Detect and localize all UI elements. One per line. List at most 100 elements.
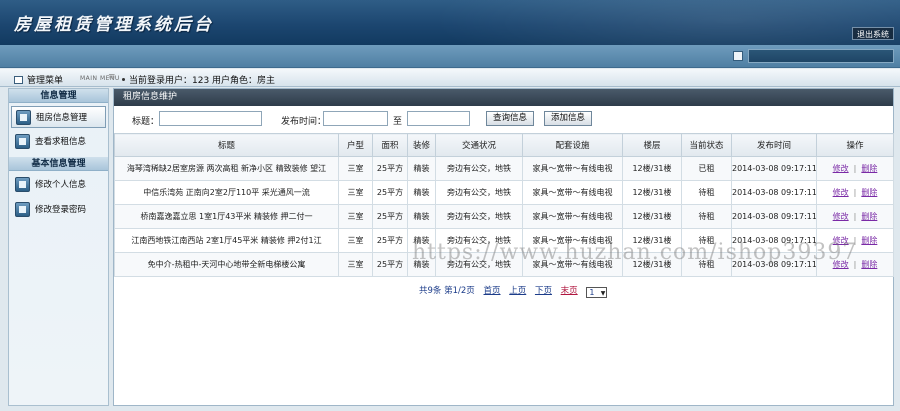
cell-decoration: 精装 <box>407 156 436 181</box>
cell-title: 海琴湾稀缺2居室房源 两次高租 新净小区 精致装修 望江 <box>114 156 339 181</box>
sidebar-item-change-password[interactable]: 修改登录密码 <box>11 199 106 221</box>
sidebar: 信息管理 租房信息管理 查看求租信息 基本信息管理 修改个人信息 修改登录密码 <box>8 88 109 406</box>
cell-publish-time: 2014-03-08 09:17:11 <box>731 228 817 253</box>
bullet-icon <box>122 78 125 81</box>
cell-area: 25平方 <box>372 252 408 277</box>
cell-decoration: 精装 <box>407 252 436 277</box>
cell-floor: 12楼/31楼 <box>622 156 682 181</box>
cell-title: 江南西地铁江南西站 2室1厅45平米 精装修 押2付1江 <box>114 228 339 253</box>
logout-button[interactable]: 退出系统 <box>852 27 894 40</box>
sidebar-item-view-requests[interactable]: 查看求租信息 <box>11 131 106 153</box>
start-date-input[interactable] <box>323 111 388 126</box>
column-header: 楼层 <box>622 133 682 157</box>
cell-layout: 三室 <box>338 156 373 181</box>
panel-title: 租房信息维护 <box>114 89 893 106</box>
last-page-link[interactable]: 末页 <box>561 286 578 296</box>
cell-status: 待租 <box>681 228 732 253</box>
column-header: 操作 <box>816 133 894 157</box>
next-page-link[interactable]: 下页 <box>535 286 552 296</box>
cell-floor: 12楼/31楼 <box>622 252 682 277</box>
table-row: 桥南嘉逸嘉立思 1室1厅43平米 精装修 押二付一 三室 25平方 精装 旁边有… <box>114 204 894 229</box>
column-header: 发布时间 <box>731 133 817 157</box>
cell-traffic: 旁边有公交，地铁 <box>435 204 523 229</box>
cell-actions: 修改 | 删除 <box>816 156 894 181</box>
cell-publish-time: 2014-03-08 09:17:11 <box>731 204 817 229</box>
delete-link[interactable]: 删除 <box>861 164 877 173</box>
cell-status: 已租 <box>681 156 732 181</box>
main-panel: 租房信息维护 标题： 发布时间： 至 查询信息 添加信息 标题 户型 面积 装修… <box>113 88 894 406</box>
edit-link[interactable]: 修改 <box>833 164 849 173</box>
sidebar-section-basic: 基本信息管理 <box>9 157 108 171</box>
prev-page-link[interactable]: 上页 <box>509 286 526 296</box>
cell-area: 25平方 <box>372 180 408 205</box>
to-label: 至 <box>393 117 403 127</box>
cell-floor: 12楼/31楼 <box>622 228 682 253</box>
cell-facilities: 家具～宽带～有线电视 <box>522 204 623 229</box>
app-title: 房屋租赁管理系统后台 <box>14 15 214 35</box>
publish-time-label: 发布时间： <box>281 117 327 127</box>
cell-actions: 修改 | 删除 <box>816 180 894 205</box>
window-icon[interactable] <box>733 51 743 61</box>
cell-decoration: 精装 <box>407 228 436 253</box>
cell-title: 桥南嘉逸嘉立思 1室1厅43平米 精装修 押二付一 <box>114 204 339 229</box>
page-summary: 共9条 第1/2页 <box>419 286 475 296</box>
sidebar-item-edit-profile[interactable]: 修改个人信息 <box>11 174 106 196</box>
cell-traffic: 旁边有公交，地铁 <box>435 180 523 205</box>
sidebar-item-label: 查看求租信息 <box>35 137 87 147</box>
cell-facilities: 家具～宽带～有线电视 <box>522 252 623 277</box>
cell-area: 25平方 <box>372 156 408 181</box>
edit-link[interactable]: 修改 <box>833 188 849 197</box>
column-header: 交通状况 <box>435 133 523 157</box>
cell-publish-time: 2014-03-08 09:17:11 <box>731 180 817 205</box>
end-date-input[interactable] <box>407 111 470 126</box>
delete-link[interactable]: 删除 <box>861 236 877 245</box>
first-page-link[interactable]: 首页 <box>484 286 501 296</box>
edit-link[interactable]: 修改 <box>833 260 849 269</box>
sidebar-item-label: 租房信息管理 <box>36 113 88 123</box>
delete-link[interactable]: 删除 <box>861 212 877 221</box>
column-header: 面积 <box>372 133 408 157</box>
cell-decoration: 精装 <box>407 180 436 205</box>
cell-area: 25平方 <box>372 204 408 229</box>
cell-publish-time: 2014-03-08 09:17:11 <box>731 156 817 181</box>
app-header: 房屋租赁管理系统后台 退出系统 <box>0 0 900 45</box>
current-user-info: 当前登录用户：123 用户角色：房主 <box>122 73 275 86</box>
page-select[interactable]: 1 <box>586 287 608 298</box>
menu-icon <box>14 76 23 84</box>
query-button[interactable]: 查询信息 <box>486 111 535 126</box>
cell-floor: 12楼/31楼 <box>622 204 682 229</box>
cell-facilities: 家具～宽带～有线电视 <box>522 180 623 205</box>
edit-link[interactable]: 修改 <box>833 212 849 221</box>
table-row: 免中介-热租中-天河中心地带全新电梯楼公寓 三室 25平方 精装 旁边有公交，地… <box>114 252 894 277</box>
cell-facilities: 家具～宽带～有线电视 <box>522 228 623 253</box>
column-header: 标题 <box>114 133 339 157</box>
add-button[interactable]: 添加信息 <box>544 111 593 126</box>
table-header-row: 标题 户型 面积 装修 交通状况 配套设施 楼层 当前状态 发布时间 操作 <box>114 133 894 157</box>
cell-actions: 修改 | 删除 <box>816 228 894 253</box>
sidebar-item-label: 修改登录密码 <box>35 205 87 215</box>
title-input[interactable] <box>159 111 262 126</box>
rental-table: 标题 户型 面积 装修 交通状况 配套设施 楼层 当前状态 发布时间 操作 海琴… <box>114 133 894 277</box>
table-row: 中信乐湾苑 正南向2室2厅110平 采光通风一流 三室 25平方 精装 旁边有公… <box>114 180 894 205</box>
cell-area: 25平方 <box>372 228 408 253</box>
column-header: 配套设施 <box>522 133 623 157</box>
cell-traffic: 旁边有公交，地铁 <box>435 252 523 277</box>
cell-traffic: 旁边有公交，地铁 <box>435 156 523 181</box>
cell-status: 待租 <box>681 180 732 205</box>
cell-title: 免中介-热租中-天河中心地带全新电梯楼公寓 <box>114 252 339 277</box>
cell-decoration: 精装 <box>407 204 436 229</box>
pagination: 共9条 第1/2页 首页 上页 下页 末页 1 <box>419 284 613 298</box>
edit-link[interactable]: 修改 <box>833 236 849 245</box>
cell-publish-time: 2014-03-08 09:17:11 <box>731 252 817 277</box>
title-label: 标题： <box>132 117 160 127</box>
cell-actions: 修改 | 删除 <box>816 204 894 229</box>
cell-layout: 三室 <box>338 228 373 253</box>
delete-link[interactable]: 删除 <box>861 188 877 197</box>
menu-separator: ≡ <box>108 72 116 82</box>
info-strip: 管理菜单 MAIN MENU ≡ 当前登录用户：123 用户角色：房主 <box>0 69 900 87</box>
cell-layout: 三室 <box>338 180 373 205</box>
delete-link[interactable]: 删除 <box>861 260 877 269</box>
sidebar-item-rental-manage[interactable]: 租房信息管理 <box>11 106 106 128</box>
cell-traffic: 旁边有公交，地铁 <box>435 228 523 253</box>
column-header: 当前状态 <box>681 133 732 157</box>
